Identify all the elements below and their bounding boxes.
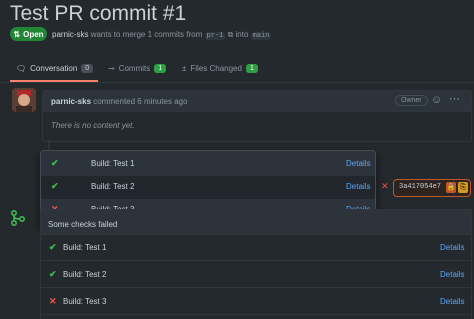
check-icon: ✔ <box>51 158 59 168</box>
details-link[interactable]: Details <box>346 159 370 168</box>
failure-icon[interactable]: ✕ <box>381 181 389 192</box>
target-branch[interactable]: main <box>250 32 272 40</box>
role-badge: Owner <box>395 95 428 106</box>
more-options-icon[interactable]: ⋯ <box>449 92 460 105</box>
status-badge-label: Open <box>23 29 44 39</box>
pull-request-icon: ⇅ <box>13 29 21 39</box>
page-title: Test PR commit #1 <box>10 2 187 25</box>
comment-card: parnic-sks commented 6 minutes ago Owner… <box>42 90 472 142</box>
details-link[interactable]: Details <box>440 270 464 279</box>
check-icon: ✔ <box>51 181 59 191</box>
check-label: Build: Test 1 <box>63 243 107 252</box>
popup-status-row: ✔ Build: Test 1 Details <box>41 153 375 176</box>
tab-count: 1 <box>154 64 167 73</box>
tab-label: Commits <box>118 64 151 73</box>
commit-icon: ⊸ <box>108 64 115 73</box>
file-diff-icon: ± <box>182 64 187 73</box>
pr-author-link[interactable]: parnic-sks <box>52 30 88 39</box>
browse-icon[interactable]: ⎘ <box>458 182 468 193</box>
merge-info: parnic-sks wants to merge 1 commits from… <box>52 30 272 40</box>
details-link[interactable]: Details <box>346 182 370 191</box>
check-icon: ✔ <box>49 242 57 252</box>
tab-conversation[interactable]: 🗨 Conversation 0 <box>16 64 94 73</box>
avatar[interactable] <box>12 88 36 112</box>
check-label: Build: Test 2 <box>63 270 107 279</box>
lock-icon[interactable]: 🔒 <box>446 182 456 193</box>
source-branch[interactable]: pr-1 <box>204 32 226 40</box>
status-badge: ⇅ Open <box>10 27 47 41</box>
comment-time[interactable]: commented 6 minutes ago <box>93 97 187 106</box>
into-text: into <box>235 30 249 39</box>
comment-meta: parnic-sks commented 6 minutes ago <box>51 97 188 106</box>
checks-header: Some checks failed <box>41 210 471 235</box>
comment-header: parnic-sks commented 6 minutes ago Owner… <box>43 91 471 112</box>
pr-tabs: 🗨 Conversation 0 ⊸ Commits 1 ± Files Cha… <box>0 60 474 83</box>
tab-label: Files Changed <box>190 64 242 73</box>
tab-commits[interactable]: ⊸ Commits 1 <box>108 64 167 73</box>
active-tab-indicator <box>10 80 98 82</box>
conversation-icon: 🗨 <box>16 64 27 73</box>
check-row: ✔ Build: Test 2 Details <box>41 261 471 288</box>
check-icon: ✔ <box>49 269 57 279</box>
status-label: Build: Test 1 <box>91 159 135 168</box>
tab-files-changed[interactable]: ± Files Changed 1 <box>182 64 258 73</box>
check-row: ✕ Build: Test 3 Details <box>41 288 471 315</box>
checks-panel: Some checks failed ✔ Build: Test 1 Detai… <box>40 209 472 319</box>
details-link[interactable]: Details <box>440 243 464 252</box>
merge-text: wants to merge 1 commits from <box>90 30 203 39</box>
status-label: Build: Test 2 <box>91 182 135 191</box>
smiley-icon[interactable]: ☺ <box>431 94 442 106</box>
x-icon: ✕ <box>49 296 57 306</box>
check-label: Build: Test 3 <box>63 297 107 306</box>
checks-title: Some checks failed <box>48 220 118 229</box>
popup-status-row: ✔ Build: Test 2 Details <box>41 176 375 199</box>
tab-count: 1 <box>245 64 258 73</box>
copy-icon[interactable]: ⧉ <box>228 30 234 39</box>
tab-label: Conversation <box>30 64 78 73</box>
commit-sha[interactable]: 3a417054e7 <box>399 183 441 191</box>
comment-body: There is no content yet. <box>51 121 135 130</box>
comment-author-link[interactable]: parnic-sks <box>51 97 91 106</box>
check-row: ✔ Build: Test 1 Details <box>41 234 471 261</box>
merge-icon <box>10 209 26 227</box>
tab-count: 0 <box>81 64 94 73</box>
details-link[interactable]: Details <box>440 297 464 306</box>
commit-sha-button[interactable]: 3a417054e7 🔒 ⎘ <box>393 179 471 197</box>
